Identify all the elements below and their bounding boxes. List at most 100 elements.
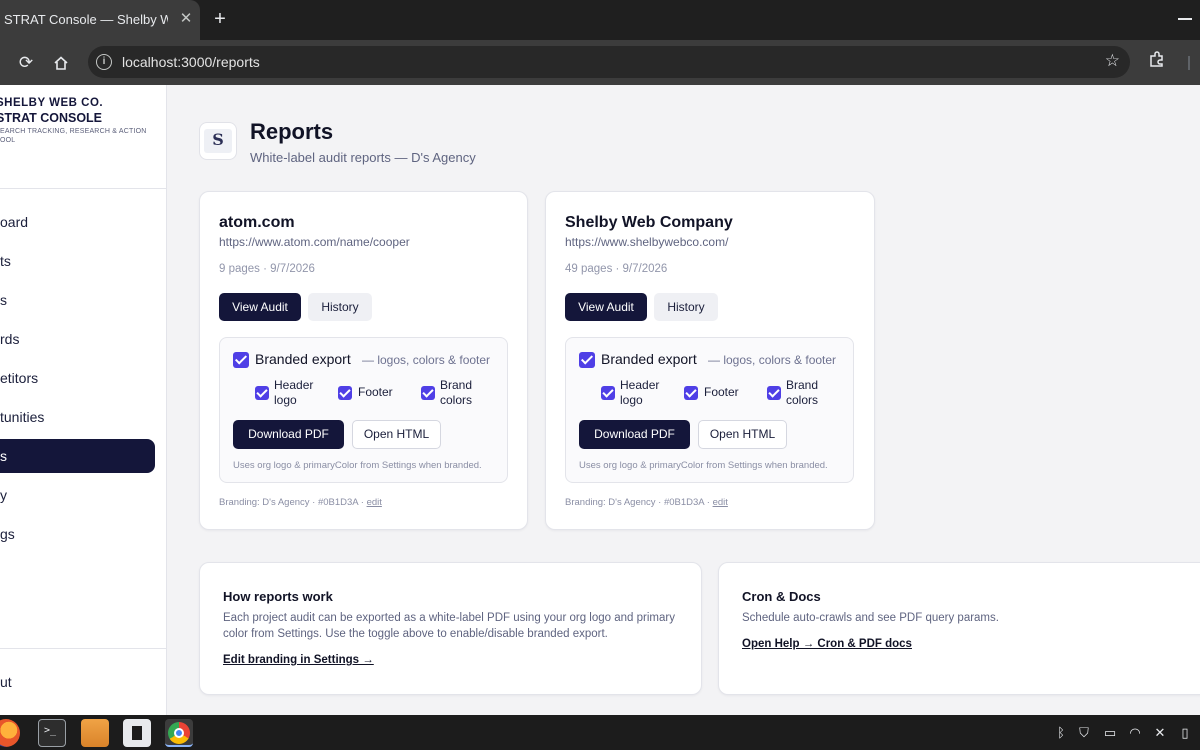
header-logo-checkbox[interactable] bbox=[601, 386, 615, 400]
wifi-icon[interactable]: ◠ bbox=[1126, 724, 1144, 742]
brand-tagline: EARCH TRACKING, RESEARCH & ACTION OOL bbox=[0, 127, 166, 145]
sidebar-item-settings[interactable]: gs bbox=[0, 517, 155, 551]
minimize-icon[interactable] bbox=[1178, 18, 1192, 20]
close-icon[interactable]: ✕ bbox=[176, 9, 196, 29]
os-taskbar: >_ ᛒ ⛉ ▭ ◠ ✕ ▯ bbox=[0, 715, 1200, 750]
sidebar-item-opportunities[interactable]: tunities bbox=[0, 400, 155, 434]
sidebar-item-dashboard[interactable]: oard bbox=[0, 205, 155, 239]
sidebar-item-keywords[interactable]: rds bbox=[0, 322, 155, 356]
brand-tagline-line1: EARCH TRACKING, RESEARCH & ACTION bbox=[0, 128, 147, 135]
app-root: SHELBY WEB CO. STRAT CONSOLE EARCH TRACK… bbox=[0, 85, 1200, 715]
header-logo-label-line2: logo bbox=[274, 393, 297, 407]
footer-label: Footer bbox=[358, 385, 393, 399]
report-title: Shelby Web Company bbox=[565, 214, 733, 231]
how-reports-title: How reports work bbox=[223, 589, 333, 604]
battery-icon[interactable]: ▯ bbox=[1176, 724, 1194, 742]
brand-colors-checkbox[interactable] bbox=[421, 386, 435, 400]
sidebar-divider bbox=[0, 648, 166, 649]
brand-colors-label-line2: colors bbox=[440, 393, 473, 407]
brand-colors-checkbox[interactable] bbox=[767, 386, 781, 400]
report-url: https://www.shelbywebco.com/ bbox=[565, 235, 729, 249]
firefox-icon[interactable] bbox=[0, 719, 20, 747]
window-icon[interactable] bbox=[123, 719, 151, 747]
sidebar-item-competitors[interactable]: etitors bbox=[0, 361, 155, 395]
sidebar-item-reports[interactable]: s bbox=[0, 439, 155, 473]
brand-colors-label: Brand colors bbox=[786, 378, 818, 408]
sidebar-item-label: gs bbox=[0, 526, 15, 542]
header-logo-label-line1: Header bbox=[274, 378, 314, 392]
branded-export-checkbox[interactable] bbox=[579, 352, 595, 368]
export-options: Branded export — logos, colors & footer … bbox=[565, 337, 854, 483]
display-icon[interactable]: ▭ bbox=[1101, 724, 1119, 742]
mute-icon[interactable]: ✕ bbox=[1151, 724, 1169, 742]
browser-toolbar: ⟳ i localhost:3000/reports ☆ bbox=[0, 40, 1200, 85]
report-card: atom.com https://www.atom.com/name/coope… bbox=[199, 191, 528, 530]
extensions-icon[interactable] bbox=[1146, 50, 1168, 72]
terminal-icon[interactable]: >_ bbox=[38, 719, 66, 747]
brand-colors-label-line1: Brand bbox=[786, 378, 819, 392]
header-logo-label-line2: logo bbox=[620, 393, 643, 407]
edit-branding-settings-link[interactable]: Edit branding in Settings → bbox=[223, 654, 374, 666]
branding-info: Branding: D's Agency · #0B1D3A · edit bbox=[565, 497, 728, 508]
branded-export-label: Branded export bbox=[255, 351, 351, 367]
view-audit-button[interactable]: View Audit bbox=[565, 293, 647, 321]
branding-text: Branding: D's Agency · #0B1D3A · bbox=[565, 497, 713, 508]
branding-text: Branding: D's Agency · #0B1D3A · bbox=[219, 497, 367, 508]
branded-export-checkbox[interactable] bbox=[233, 352, 249, 368]
brand-product: STRAT CONSOLE bbox=[0, 111, 103, 125]
terminal-prompt-icon: >_ bbox=[44, 725, 57, 736]
open-html-button[interactable]: Open HTML bbox=[352, 420, 441, 449]
star-icon[interactable]: ☆ bbox=[1105, 51, 1120, 71]
sidebar-item-projects[interactable]: ts bbox=[0, 244, 155, 278]
sidebar-item-audits[interactable]: s bbox=[0, 283, 155, 317]
history-button[interactable]: History bbox=[308, 293, 372, 321]
reload-icon[interactable]: ⟳ bbox=[13, 50, 39, 76]
page-title: Reports bbox=[250, 119, 334, 144]
header-logo-checkbox[interactable] bbox=[255, 386, 269, 400]
how-reports-card: How reports work Each project audit can … bbox=[199, 562, 702, 695]
report-card: Shelby Web Company https://www.shelbyweb… bbox=[545, 191, 875, 530]
branding-note: Uses org logo & primaryColor from Settin… bbox=[233, 460, 482, 471]
footer-checkbox[interactable] bbox=[338, 386, 352, 400]
main-content: S Reports White-label audit reports — D'… bbox=[167, 85, 1200, 715]
info-icon[interactable]: i bbox=[96, 54, 112, 70]
org-logo-glyph: S bbox=[204, 129, 232, 153]
plus-icon[interactable]: + bbox=[208, 7, 232, 31]
sidebar-item-history[interactable]: y bbox=[0, 478, 155, 512]
sidebar: SHELBY WEB CO. STRAT CONSOLE EARCH TRACK… bbox=[0, 85, 167, 715]
tab-title: STRAT Console — Shelby Web Co. bbox=[4, 12, 168, 27]
cron-docs-title: Cron & Docs bbox=[742, 589, 821, 604]
sidebar-item-label: ts bbox=[0, 253, 11, 269]
branded-export-hint: — logos, colors & footer bbox=[362, 353, 491, 367]
url-text[interactable]: localhost:3000/reports bbox=[122, 54, 260, 70]
files-icon[interactable] bbox=[81, 719, 109, 747]
edit-branding-link[interactable]: edit bbox=[367, 497, 382, 508]
edit-branding-link[interactable]: edit bbox=[713, 497, 728, 508]
bluetooth-icon[interactable]: ᛒ bbox=[1052, 724, 1070, 742]
branded-export-label: Branded export bbox=[601, 351, 697, 367]
report-meta: 49 pages · 9/7/2026 bbox=[565, 263, 668, 275]
footer-checkbox[interactable] bbox=[684, 386, 698, 400]
browser-tab[interactable]: STRAT Console — Shelby Web Co. ✕ bbox=[0, 0, 200, 40]
download-pdf-button[interactable]: Download PDF bbox=[233, 420, 344, 449]
shield-icon[interactable]: ⛉ bbox=[1075, 724, 1093, 742]
history-button[interactable]: History bbox=[654, 293, 718, 321]
brand-colors-label: Brand colors bbox=[440, 378, 472, 408]
address-bar[interactable]: i localhost:3000/reports ☆ bbox=[88, 46, 1130, 78]
open-html-button[interactable]: Open HTML bbox=[698, 420, 787, 449]
chrome-icon[interactable] bbox=[165, 719, 193, 747]
home-icon[interactable] bbox=[48, 50, 74, 76]
browser-tabbar: STRAT Console — Shelby Web Co. ✕ + bbox=[0, 0, 1200, 40]
export-options: Branded export — logos, colors & footer … bbox=[219, 337, 508, 483]
open-help-link[interactable]: Open Help → Cron & PDF docs bbox=[742, 638, 912, 650]
page-subtitle: White-label audit reports — D's Agency bbox=[250, 150, 476, 165]
sidebar-item-label: rds bbox=[0, 331, 20, 347]
report-meta: 9 pages · 9/7/2026 bbox=[219, 263, 315, 275]
download-pdf-button[interactable]: Download PDF bbox=[579, 420, 690, 449]
header-logo-label-line1: Header bbox=[620, 378, 660, 392]
brand-colors-label-line2: colors bbox=[786, 393, 819, 407]
view-audit-button[interactable]: View Audit bbox=[219, 293, 301, 321]
branding-note: Uses org logo & primaryColor from Settin… bbox=[579, 460, 828, 471]
sidebar-item-label: etitors bbox=[0, 370, 39, 386]
logout-button[interactable]: ut bbox=[0, 665, 155, 699]
